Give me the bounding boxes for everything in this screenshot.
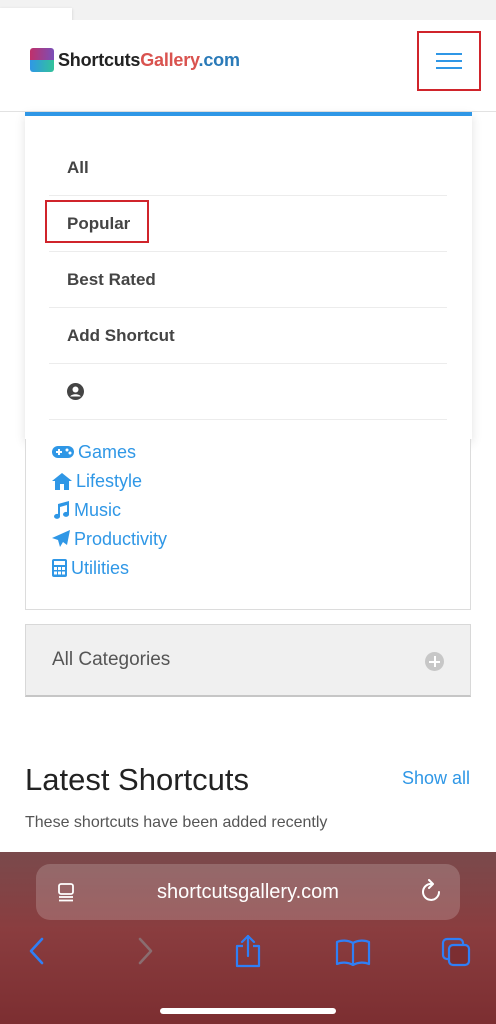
nav-dropdown: All Popular Best Rated Add Shortcut xyxy=(25,112,472,439)
menu-item-label: Best Rated xyxy=(67,269,156,289)
menu-item-add-shortcut[interactable]: Add Shortcut xyxy=(49,308,447,364)
menu-item-label: All xyxy=(67,157,89,177)
back-arrow-icon[interactable] xyxy=(28,936,46,966)
plus-circle-icon xyxy=(425,652,444,671)
all-categories-label: All Categories xyxy=(52,649,171,670)
music-note-icon xyxy=(54,501,70,519)
home-icon xyxy=(52,472,72,490)
forward-arrow-icon[interactable] xyxy=(136,936,154,966)
category-link-games[interactable]: Games xyxy=(52,439,136,465)
categories-card: Games Lifestyle Music Productivity Utili… xyxy=(25,439,471,610)
browser-toolbar: shortcutsgallery.com xyxy=(0,852,496,1024)
menu-item-account[interactable] xyxy=(49,364,447,420)
section-title: Latest Shortcuts xyxy=(25,762,250,797)
home-indicator xyxy=(160,1008,336,1014)
menu-item-all[interactable]: All xyxy=(49,140,447,196)
tabs-icon[interactable] xyxy=(440,936,472,968)
all-categories-toggle[interactable]: All Categories xyxy=(25,624,471,697)
category-label: Lifestyle xyxy=(76,470,143,491)
category-label: Utilities xyxy=(71,557,130,578)
site-logo[interactable]: ShortcutsGallery.com xyxy=(30,48,240,72)
category-label: Games xyxy=(78,441,137,462)
calculator-icon xyxy=(52,559,67,577)
popular-highlight xyxy=(45,200,149,243)
gamepad-icon xyxy=(52,446,74,458)
category-link-music[interactable]: Music xyxy=(52,497,121,523)
user-circle-icon xyxy=(67,383,84,400)
category-label: Music xyxy=(74,499,122,520)
page-menu-icon[interactable] xyxy=(56,881,78,903)
section-subtitle: These shortcuts have been added recently xyxy=(25,814,328,831)
category-link-lifestyle[interactable]: Lifestyle xyxy=(52,468,142,494)
logo-text: ShortcutsGallery.com xyxy=(58,49,240,70)
category-link-productivity[interactable]: Productivity xyxy=(52,526,167,552)
status-strip xyxy=(0,0,496,20)
show-all-link[interactable]: Show all xyxy=(402,768,470,789)
logo-mark-icon xyxy=(30,48,54,72)
bookmarks-icon[interactable] xyxy=(335,938,371,966)
menu-item-best-rated[interactable]: Best Rated xyxy=(49,252,447,308)
reload-icon[interactable] xyxy=(420,879,444,905)
category-link-utilities[interactable]: Utilities xyxy=(52,555,129,581)
hamburger-icon xyxy=(436,48,462,74)
paper-plane-icon xyxy=(52,530,70,547)
url-text: shortcutsgallery.com xyxy=(157,880,339,903)
category-label: Productivity xyxy=(74,528,168,549)
menu-item-label: Add Shortcut xyxy=(67,325,175,345)
hamburger-menu-button[interactable] xyxy=(417,31,481,91)
site-header: ShortcutsGallery.com xyxy=(0,20,496,112)
share-icon[interactable] xyxy=(233,934,263,968)
address-bar[interactable]: shortcutsgallery.com xyxy=(36,864,460,920)
